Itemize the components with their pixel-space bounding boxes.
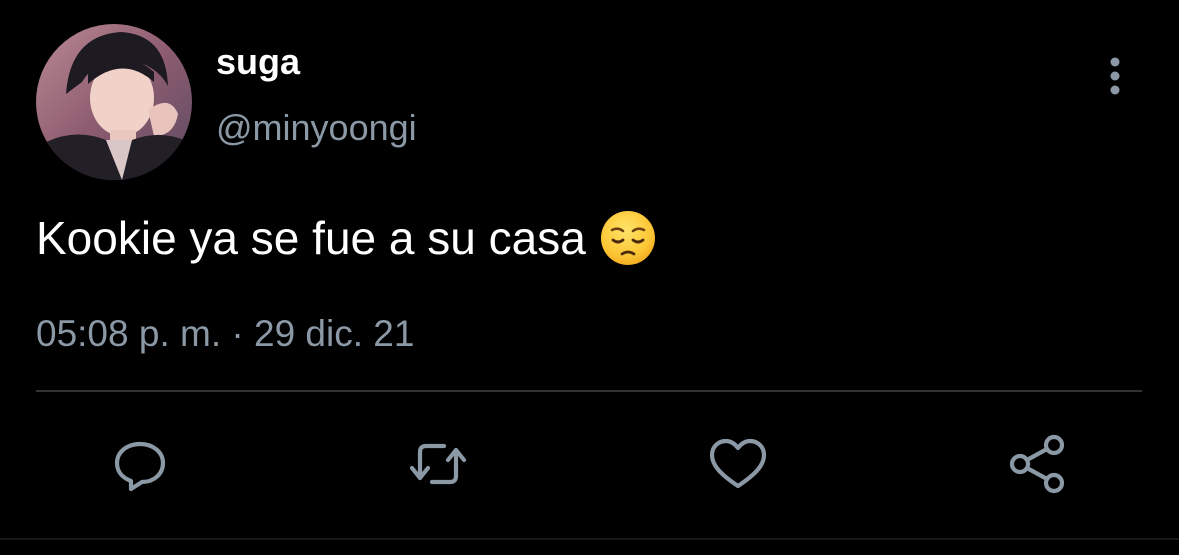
reply-button[interactable]	[108, 432, 172, 496]
divider	[36, 390, 1142, 392]
more-vertical-icon	[1110, 57, 1120, 95]
tweet-text-content: Kookie ya se fue a su casa	[36, 212, 586, 264]
reply-bubble-icon	[114, 441, 166, 492]
tweet-text: Kookie ya se fue a su casa	[36, 210, 656, 266]
bottom-divider	[0, 538, 1179, 540]
retweet-icon	[409, 443, 467, 485]
tweet-timestamp[interactable]: 05:08 p. m. · 29 dic. 21	[36, 312, 414, 356]
display-name[interactable]: suga	[216, 40, 300, 84]
more-options-button[interactable]	[1098, 54, 1132, 98]
like-button[interactable]	[706, 432, 770, 496]
retweet-button[interactable]	[406, 432, 470, 496]
avatar[interactable]	[36, 24, 192, 180]
pensive-face-emoji-icon	[600, 210, 656, 266]
user-handle[interactable]: @minyoongi	[216, 106, 417, 150]
share-button[interactable]	[1006, 432, 1070, 496]
heart-icon	[709, 438, 767, 489]
share-icon	[1009, 434, 1065, 494]
